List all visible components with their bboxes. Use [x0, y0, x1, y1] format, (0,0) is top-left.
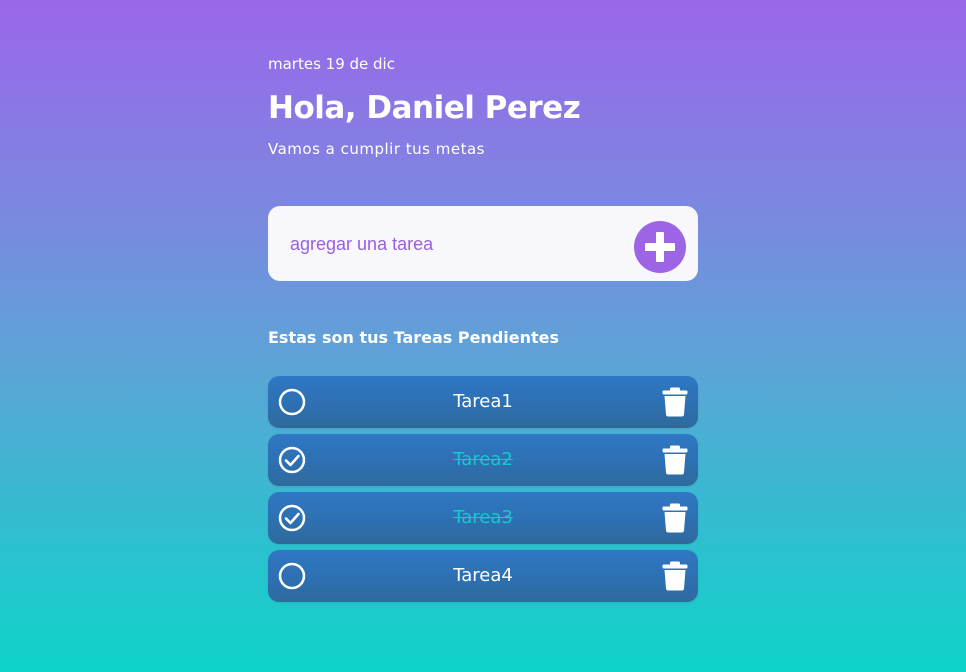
task-item: Tarea3 — [268, 492, 698, 544]
current-date: martes 19 de dic — [268, 55, 395, 73]
task-name: Tarea4 — [453, 565, 513, 586]
trash-icon[interactable] — [662, 561, 688, 591]
task-name: Tarea1 — [453, 391, 513, 412]
circle-icon[interactable] — [278, 388, 306, 416]
greeting-title: Hola, Daniel Perez — [268, 90, 581, 126]
task-item: Tarea4 — [268, 550, 698, 602]
task-item: Tarea1 — [268, 376, 698, 428]
task-name: Tarea3 — [453, 507, 513, 528]
greeting-subtitle: Vamos a cumplir tus metas — [268, 140, 485, 158]
circle-icon[interactable] — [278, 562, 306, 590]
plus-circle-icon — [645, 232, 675, 262]
add-task-button[interactable] — [634, 221, 686, 273]
trash-icon[interactable] — [662, 445, 688, 475]
trash-icon[interactable] — [662, 503, 688, 533]
trash-icon[interactable] — [662, 387, 688, 417]
task-list: Tarea1 Tarea2 Tarea3 Tarea4 — [268, 376, 698, 608]
check-circle-icon[interactable] — [278, 504, 306, 532]
new-task-form — [268, 206, 698, 281]
task-name: Tarea2 — [453, 449, 513, 470]
new-task-input[interactable] — [288, 227, 612, 261]
task-item: Tarea2 — [268, 434, 698, 486]
check-circle-icon[interactable] — [278, 446, 306, 474]
pending-tasks-title: Estas son tus Tareas Pendientes — [268, 328, 560, 347]
